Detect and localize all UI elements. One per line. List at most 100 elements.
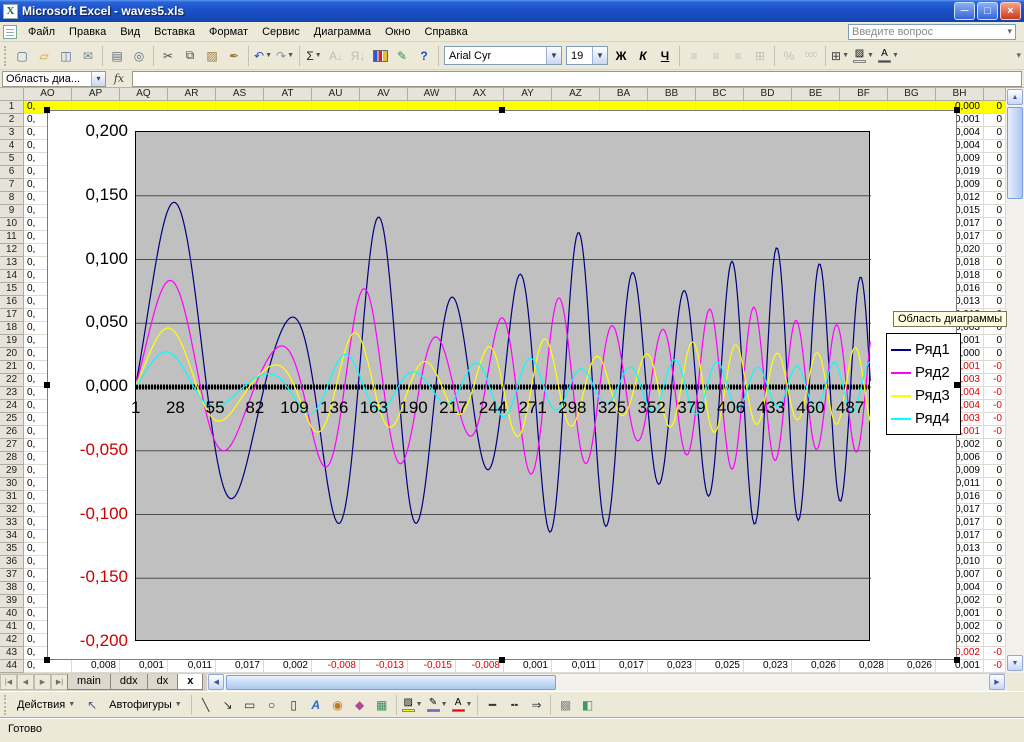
grid-cell[interactable]: 0,026 — [888, 660, 936, 673]
insert-picture-button[interactable]: ▦ — [371, 695, 393, 715]
line-button[interactable]: ╲ — [195, 695, 217, 715]
row-header[interactable]: 18 — [0, 322, 24, 335]
column-header[interactable]: AO — [24, 88, 72, 101]
grid-cell[interactable]: -0 — [984, 426, 1006, 439]
grid-cell[interactable]: 0 — [984, 101, 1006, 114]
grid-cell[interactable]: 0 — [984, 608, 1006, 621]
column-header[interactable]: AT — [264, 88, 312, 101]
row-header[interactable]: 22 — [0, 374, 24, 387]
oval-button[interactable]: ○ — [261, 695, 283, 715]
row-header[interactable]: 42 — [0, 634, 24, 647]
minimize-button[interactable]: ─ — [954, 2, 975, 20]
grid-cell[interactable]: 0 — [984, 543, 1006, 556]
grid-cell[interactable]: -0 — [984, 647, 1006, 660]
row-header[interactable]: 29 — [0, 465, 24, 478]
grid-cell[interactable]: 0 — [984, 582, 1006, 595]
autosum-button[interactable]: Σ▼ — [303, 46, 325, 66]
grid-cell[interactable]: 0 — [984, 530, 1006, 543]
chevron-down-icon[interactable]: ▼ — [68, 701, 75, 708]
horizontal-scroll-thumb[interactable] — [226, 675, 556, 690]
grid-cell[interactable]: 0,011 — [552, 660, 600, 673]
row-header[interactable]: 20 — [0, 348, 24, 361]
fill-color-button[interactable]: ▨▼ — [400, 695, 425, 715]
row-header[interactable]: 24 — [0, 400, 24, 413]
series-line-2[interactable] — [137, 280, 871, 474]
grid-cell[interactable]: 0 — [984, 153, 1006, 166]
row-header[interactable]: 26 — [0, 426, 24, 439]
row-header[interactable]: 23 — [0, 387, 24, 400]
grid-cell[interactable]: 0,002 — [264, 660, 312, 673]
format-painter-button[interactable]: ✒ — [223, 46, 245, 66]
chevron-down-icon[interactable]: ▼ — [546, 47, 561, 64]
chevron-down-icon[interactable]: ▼ — [867, 52, 874, 59]
selection-handle[interactable] — [44, 107, 50, 113]
column-header[interactable]: BD — [744, 88, 792, 101]
grid-cell[interactable]: 0,017 — [600, 660, 648, 673]
grid-cell[interactable]: 0 — [984, 296, 1006, 309]
row-header[interactable]: 3 — [0, 127, 24, 140]
menu-item[interactable]: Формат — [202, 23, 255, 41]
scroll-down-icon[interactable]: ▼ — [1007, 655, 1023, 671]
menu-item[interactable]: Диаграмма — [307, 23, 378, 41]
toolbar-grip[interactable] — [4, 46, 7, 66]
chevron-down-icon[interactable]: ▼ — [466, 701, 473, 708]
line-style-button[interactable]: ━ — [481, 695, 503, 715]
rectangle-button[interactable]: ▭ — [239, 695, 261, 715]
row-header[interactable]: 41 — [0, 621, 24, 634]
sheet-tab-dx[interactable]: dx — [147, 674, 179, 690]
maximize-button[interactable]: □ — [977, 2, 998, 20]
column-header[interactable]: BG — [888, 88, 936, 101]
grid-cell[interactable]: 0,023 — [744, 660, 792, 673]
grid-cell[interactable]: 0,001 — [504, 660, 552, 673]
column-header[interactable]: BH — [936, 88, 984, 101]
row-header[interactable]: 14 — [0, 270, 24, 283]
column-header[interactable]: BB — [648, 88, 696, 101]
row-header[interactable]: 36 — [0, 556, 24, 569]
legend-item[interactable]: Ряд2 — [889, 361, 958, 384]
new-button[interactable]: ▢ — [11, 46, 33, 66]
selection-handle[interactable] — [954, 657, 960, 663]
horizontal-scrollbar[interactable]: ◀ ▶ — [207, 674, 1006, 691]
borders-button[interactable]: ⊞▼ — [829, 46, 851, 66]
menu-item[interactable]: Правка — [62, 23, 113, 41]
legend-item[interactable]: Ряд4 — [889, 407, 958, 430]
grid-cell[interactable]: 0 — [984, 166, 1006, 179]
undo-button[interactable]: ↶▼ — [252, 46, 274, 66]
row-header[interactable]: 28 — [0, 452, 24, 465]
row-header[interactable]: 30 — [0, 478, 24, 491]
row-header[interactable]: 6 — [0, 166, 24, 179]
grid-cell[interactable]: 0,017 — [216, 660, 264, 673]
selection-handle[interactable] — [499, 107, 505, 113]
column-header[interactable]: BA — [600, 88, 648, 101]
grid-cell[interactable]: 0 — [984, 335, 1006, 348]
percent-style-button[interactable]: % — [778, 46, 800, 66]
grid-cell[interactable]: 0 — [984, 556, 1006, 569]
help-button[interactable]: ? — [413, 46, 435, 66]
grid-cell[interactable]: 0 — [984, 114, 1006, 127]
grid-cell[interactable]: 0 — [984, 478, 1006, 491]
grid-cell[interactable]: 0 — [984, 348, 1006, 361]
selection-handle[interactable] — [954, 107, 960, 113]
underline-button[interactable]: Ч — [654, 46, 676, 66]
selection-handle[interactable] — [44, 657, 50, 663]
sort-desc-button[interactable]: Я↓ — [347, 46, 369, 66]
row-header[interactable]: 37 — [0, 569, 24, 582]
open-button[interactable]: ▱ — [33, 46, 55, 66]
row-header[interactable]: 27 — [0, 439, 24, 452]
grid-cell[interactable]: 0 — [984, 218, 1006, 231]
align-right-button[interactable]: ≡ — [727, 46, 749, 66]
align-left-button[interactable]: ≡ — [683, 46, 705, 66]
grid-cell[interactable]: 0,001 — [120, 660, 168, 673]
insert-function-icon[interactable]: fx — [106, 72, 132, 85]
row-header[interactable]: 16 — [0, 296, 24, 309]
row-header[interactable]: 4 — [0, 140, 24, 153]
scroll-up-icon[interactable]: ▲ — [1007, 89, 1023, 105]
series-line-1[interactable] — [137, 202, 871, 532]
row-header[interactable]: 31 — [0, 491, 24, 504]
grid-cell[interactable]: 0,011 — [168, 660, 216, 673]
dash-style-button[interactable]: ╍ — [503, 695, 525, 715]
grid-cell[interactable]: -0,015 — [408, 660, 456, 673]
tab-scroll-icon[interactable]: ▶ — [34, 674, 51, 690]
grid-cell[interactable]: -0,008 — [456, 660, 504, 673]
row-header[interactable]: 34 — [0, 530, 24, 543]
